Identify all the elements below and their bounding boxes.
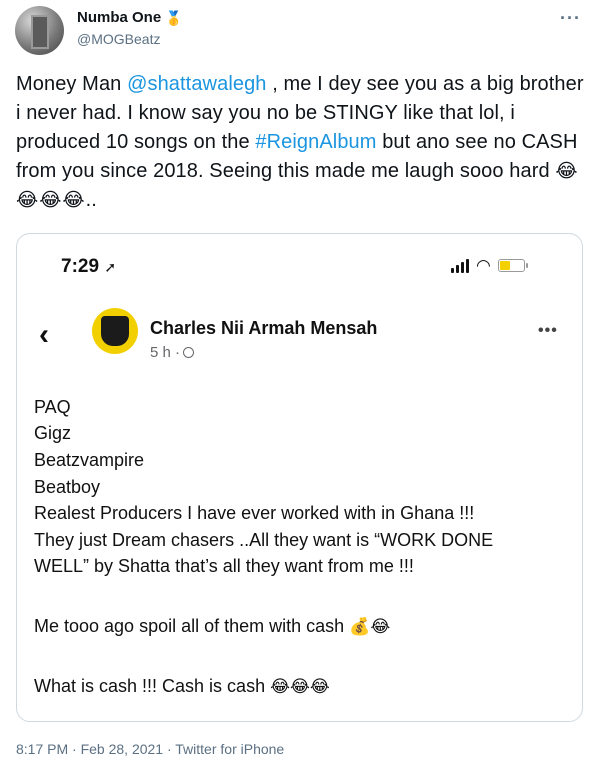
wifi-icon: ◠ bbox=[476, 256, 491, 275]
fb-post-time: 5 h · bbox=[150, 344, 181, 361]
fb-profile-name: Charles Nii Armah Mensah bbox=[150, 318, 378, 338]
medal-icon: 🥇 bbox=[165, 9, 183, 26]
author-name-row: Numba One 🥇 bbox=[77, 9, 183, 26]
author-display-name[interactable]: Numba One bbox=[77, 9, 161, 26]
location-arrow-icon: ➚ bbox=[104, 259, 117, 275]
attached-screenshot[interactable]: 7:29 ➚ ◠ ‹ Charles Nii Armah Mensah 5 h … bbox=[16, 233, 583, 722]
tweet-text-part: Money Man bbox=[16, 73, 128, 95]
signal-icon bbox=[451, 258, 469, 273]
post-line: PAQ bbox=[34, 397, 71, 417]
post-line-text: Me tooo ago spoil all of them with cash bbox=[34, 616, 345, 636]
post-line: WELL” by Shatta that’s all they want fro… bbox=[34, 556, 414, 576]
back-chevron-icon: ‹ bbox=[39, 318, 49, 351]
tweet-timestamp[interactable]: 8:17 PM · Feb 28, 2021 · Twitter for iPh… bbox=[16, 741, 284, 757]
money-bag-laugh-emojis: 💰😂 bbox=[349, 617, 391, 636]
laughing-emojis: 😂😂😂 bbox=[270, 677, 330, 696]
post-line: Realest Producers I have ever worked wit… bbox=[34, 503, 475, 523]
post-line: Gigz bbox=[34, 423, 72, 443]
post-line: Beatzvampire bbox=[34, 450, 145, 470]
post-line: Beatboy bbox=[34, 477, 101, 497]
tweet-text: Money Man @shattawalegh , me I dey see y… bbox=[16, 70, 586, 215]
status-icons: ◠ bbox=[451, 256, 528, 275]
post-line: They just Dream chasers ..All they want … bbox=[34, 530, 494, 550]
status-time: 7:29 ➚ bbox=[61, 256, 117, 277]
globe-icon bbox=[183, 347, 195, 358]
post-line-text: What is cash !!! Cash is cash bbox=[34, 676, 266, 696]
tweet-text-trailing: .. bbox=[85, 189, 97, 211]
more-options-icon[interactable]: ··· bbox=[560, 8, 581, 29]
battery-icon bbox=[497, 259, 528, 272]
hashtag-link[interactable]: #ReignAlbum bbox=[255, 131, 376, 153]
post-line-what-is-cash: What is cash !!! Cash is cash 😂😂😂 bbox=[34, 676, 330, 697]
fb-profile-avatar bbox=[92, 308, 138, 354]
post-line-cash: Me tooo ago spoil all of them with cash … bbox=[34, 616, 390, 637]
author-handle[interactable]: @MOGBeatz bbox=[77, 31, 160, 47]
tweet-container: Numba One 🥇 @MOGBeatz ··· Money Man @sha… bbox=[0, 0, 600, 778]
fb-more-icon: ••• bbox=[538, 322, 558, 339]
mention-link[interactable]: @shattawalegh bbox=[127, 73, 266, 95]
author-avatar[interactable] bbox=[15, 6, 64, 55]
fb-post-meta: 5 h · bbox=[150, 344, 195, 361]
